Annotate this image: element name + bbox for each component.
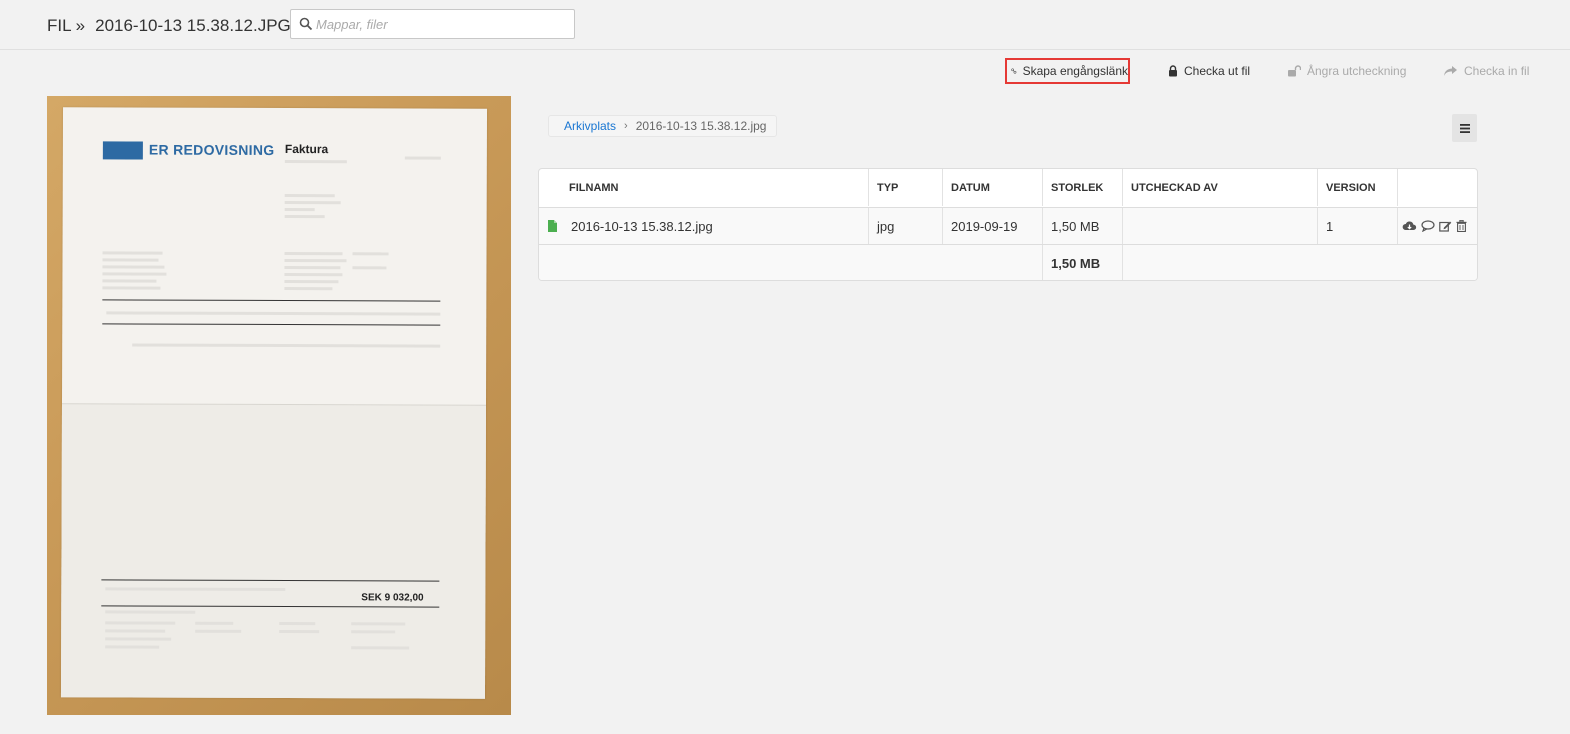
hamburger-icon — [1459, 123, 1470, 133]
breadcrumb-root-link[interactable]: Arkivplats — [564, 119, 616, 133]
invoice-paper: ER REDOVISNING Faktura SEK 9 032,00 — [60, 107, 488, 699]
invoice-logo — [102, 141, 143, 160]
cell-size: 1,50 MB — [1043, 208, 1123, 244]
create-link-label: Skapa engångslänk — [1022, 64, 1128, 78]
cell-checked-out-by — [1123, 208, 1318, 244]
invoice-total: SEK 9 032,00 — [361, 592, 424, 604]
create-link-button[interactable]: Skapa engångslänk — [1005, 58, 1130, 84]
breadcrumb: Arkivplats › 2016-10-13 15.38.12.jpg — [548, 115, 777, 137]
col-version[interactable]: VERSION — [1318, 169, 1398, 206]
table-row[interactable]: 2016-10-13 15.38.12.jpg jpg 2019-09-19 1… — [539, 207, 1477, 245]
search-icon — [299, 17, 313, 31]
cell-date: 2019-09-19 — [943, 208, 1043, 244]
cell-version: 1 — [1318, 208, 1398, 244]
cloud-download-icon[interactable] — [1402, 220, 1417, 232]
col-type[interactable]: TYP — [869, 169, 943, 206]
unlock-icon — [1288, 65, 1301, 77]
edit-icon[interactable] — [1439, 220, 1452, 232]
footer-rest — [1123, 245, 1477, 280]
col-filename[interactable]: FILNAMN — [539, 169, 869, 206]
cell-filename[interactable]: 2016-10-13 15.38.12.jpg — [539, 208, 869, 244]
checkout-button[interactable]: Checka ut fil — [1168, 58, 1250, 84]
table-header: FILNAMN TYP DATUM STORLEK UTCHECKAD AV V… — [539, 169, 1477, 206]
table-footer: 1,50 MB — [539, 245, 1477, 280]
col-size[interactable]: STORLEK — [1043, 169, 1123, 206]
chevron-right-icon: › — [624, 120, 628, 132]
invoice-title: Faktura — [284, 142, 329, 157]
col-date[interactable]: DATUM — [943, 169, 1043, 206]
file-icon — [548, 220, 557, 232]
link-icon — [1011, 68, 1017, 74]
footer-spacer — [539, 245, 1043, 280]
menu-button[interactable] — [1452, 114, 1477, 142]
comment-icon[interactable] — [1421, 220, 1435, 232]
trash-icon[interactable] — [1456, 220, 1467, 232]
file-table: FILNAMN TYP DATUM STORLEK UTCHECKAD AV V… — [538, 168, 1478, 281]
image-preview: ER REDOVISNING Faktura SEK 9 032,00 — [47, 96, 511, 715]
filename-text[interactable]: 2016-10-13 15.38.12.jpg — [571, 219, 713, 234]
lock-icon — [1169, 65, 1177, 77]
undo-checkout-button[interactable]: Ångra utcheckning — [1287, 58, 1406, 84]
checkin-button[interactable]: Checka in fil — [1443, 58, 1529, 84]
search-box[interactable] — [290, 9, 575, 39]
title-filename: 2016-10-13 15.38.12.JPG — [95, 16, 291, 35]
page-title: FIL » 2016-10-13 15.38.12.JPG — [47, 16, 291, 36]
title-prefix: FIL » — [47, 16, 86, 35]
cell-type: jpg — [869, 208, 943, 244]
col-actions — [1398, 169, 1477, 206]
footer-total-size: 1,50 MB — [1043, 245, 1123, 280]
checkout-label: Checka ut fil — [1184, 64, 1251, 78]
breadcrumb-current: 2016-10-13 15.38.12.jpg — [635, 119, 767, 133]
search-input[interactable] — [316, 10, 571, 38]
share-arrow-icon — [1444, 66, 1457, 76]
page-header: FIL » 2016-10-13 15.38.12.JPG — [0, 0, 1570, 50]
undo-checkout-label: Ångra utcheckning — [1307, 64, 1407, 78]
row-actions — [1398, 208, 1477, 244]
col-checked-out-by[interactable]: UTCHECKAD AV — [1123, 169, 1318, 206]
checkin-label: Checka in fil — [1464, 64, 1530, 78]
invoice-logo-text: ER REDOVISNING — [148, 141, 275, 158]
